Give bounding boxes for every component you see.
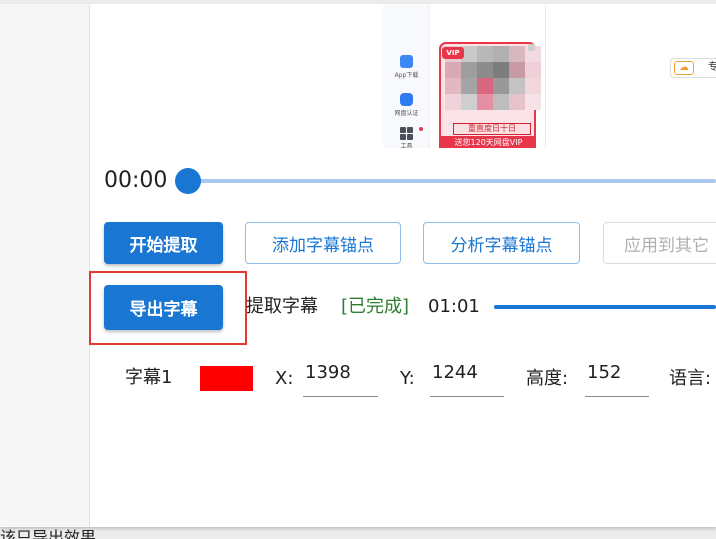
y-label: Y: <box>400 368 415 389</box>
height-input[interactable] <box>585 359 649 397</box>
preview-button-label: 专 <box>708 62 716 73</box>
preview-cloud-button: ☁ 专 <box>670 58 716 78</box>
close-icon <box>528 44 535 51</box>
banner-line2: 送您120天网盘VIP <box>441 136 536 148</box>
subtitle-name: 字幕1 <box>125 367 173 388</box>
vip-badge: VIP <box>442 47 464 59</box>
extract-progress-fill <box>494 305 716 309</box>
video-preview: App下载 网盘认证 工具 VIP 重直度日十日 送您120天网盘VIP ☁ 专 <box>383 5 716 148</box>
cloud-icon: ☁ <box>674 61 694 75</box>
height-label: 高度: <box>526 368 569 389</box>
apply-to-other-button[interactable]: 应用到其它 <box>603 222 716 264</box>
verify-icon <box>400 93 413 106</box>
language-label: 语言: <box>669 368 712 389</box>
preview-sidebar-label: 网盘认证 <box>394 110 419 117</box>
extract-progress-bar <box>494 305 716 309</box>
footer-text: 该只导出效果 <box>0 528 97 539</box>
preview-divider <box>545 5 546 148</box>
preview-sidebar: App下载 网盘认证 工具 <box>383 5 430 148</box>
preview-sidebar-label: 工具 <box>400 143 413 148</box>
vip-banner: VIP 重直度日十日 送您120天网盘VIP <box>439 42 541 148</box>
tools-grid-icon <box>400 127 413 140</box>
x-input[interactable] <box>303 359 378 397</box>
app-download-icon <box>400 55 413 68</box>
export-subtitle-button[interactable]: 导出字幕 <box>104 285 223 330</box>
preview-sidebar-label: App下载 <box>394 72 419 79</box>
content-area: App下载 网盘认证 工具 VIP 重直度日十日 送您120天网盘VIP ☁ 专… <box>0 0 716 527</box>
extract-task-label: 提取字幕 <box>246 296 318 317</box>
x-label: X: <box>275 368 294 389</box>
current-time: 00:00 <box>104 168 168 193</box>
start-extract-button[interactable]: 开始提取 <box>104 222 223 264</box>
banner-line1: 重直度日十日 <box>453 123 531 135</box>
add-anchor-button[interactable]: 添加字幕锚点 <box>245 222 401 264</box>
y-input[interactable] <box>430 359 504 397</box>
timeline-slider-handle[interactable] <box>175 168 201 194</box>
task-duration: 01:01 <box>428 296 480 317</box>
analyze-anchor-button[interactable]: 分析字幕锚点 <box>423 222 580 264</box>
status-badge: [已完成] <box>341 296 410 317</box>
subtitle-color-swatch[interactable] <box>200 366 253 391</box>
footer-strip: 该只导出效果 <box>0 527 716 539</box>
timeline-track[interactable] <box>188 179 716 183</box>
notification-dot <box>419 127 423 131</box>
